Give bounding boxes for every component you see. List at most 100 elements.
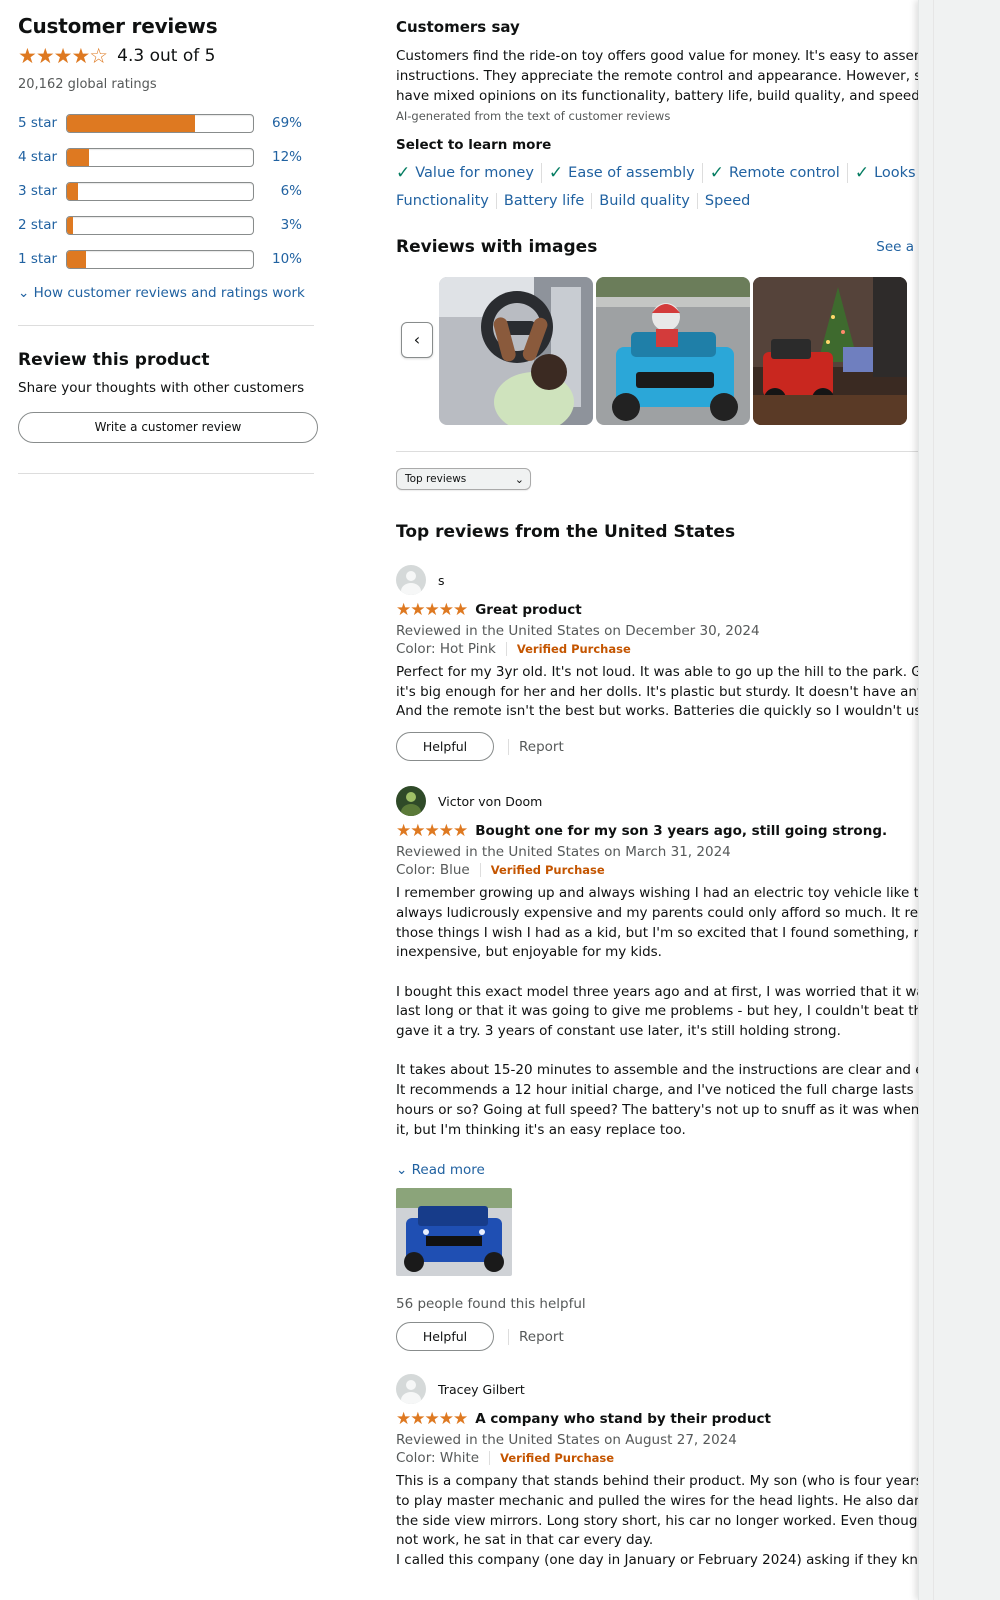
review-title: A company who stand by their product: [475, 1411, 771, 1428]
percentage-bar-fill: [67, 216, 73, 234]
how-reviews-work-link[interactable]: ⌄ How customer reviews and ratings work: [18, 285, 318, 301]
star-level-link[interactable]: 1 star: [18, 251, 66, 267]
star-level-link[interactable]: 3 star: [18, 183, 66, 199]
reviewer-profile[interactable]: Victor von Doom: [396, 785, 918, 817]
percentage-bar-fill: [67, 148, 90, 166]
review-title-row[interactable]: ★★★★★ Bought one for my son 3 years ago,…: [396, 821, 918, 841]
report-link[interactable]: Report: [508, 738, 564, 755]
color-variant[interactable]: Color: Hot Pink: [396, 641, 496, 657]
review-image-thumbnail[interactable]: [596, 277, 750, 425]
histogram-row[interactable]: 4 star 12%: [18, 140, 318, 174]
verified-purchase-badge: Verified Purchase: [489, 1451, 614, 1466]
star-level-link[interactable]: 2 star: [18, 217, 66, 233]
checkmark-icon: ✓: [548, 163, 564, 183]
select-to-learn-label: Select to learn more: [396, 137, 552, 153]
color-variant[interactable]: Color: Blue: [396, 862, 470, 878]
summary-line: Customers find the ride-on toy offers go…: [396, 48, 918, 64]
review-body: This is a company that stands behind the…: [396, 1473, 918, 1569]
see-all-photos-link[interactable]: See a: [876, 239, 914, 255]
histogram-row[interactable]: 5 star 69%: [18, 106, 318, 140]
verified-purchase-badge: Verified Purchase: [505, 642, 631, 656]
percentage-link[interactable]: 3%: [254, 217, 302, 233]
report-link[interactable]: Report: [508, 1328, 564, 1345]
global-ratings-count: 20,162 global ratings: [18, 77, 157, 92]
reviewer-name: Victor von Doom: [438, 793, 543, 809]
histogram-row[interactable]: 2 star 3%: [18, 208, 318, 242]
review-body: Perfect for my 3yr old. It's not loud. I…: [396, 664, 918, 720]
customers-say-heading: Customers say: [396, 18, 520, 36]
read-more-link[interactable]: ⌄ Read more: [396, 1162, 918, 1178]
review-image-thumbnail[interactable]: [753, 277, 907, 425]
chevron-down-icon: ⌄: [396, 1162, 408, 1179]
review-attached-image[interactable]: [396, 1188, 512, 1277]
chevron-left-icon: ‹: [413, 330, 421, 349]
review-date: Reviewed in the United States on Decembe…: [396, 623, 760, 639]
reviewer-name: s: [438, 572, 445, 588]
top-reviews-heading: Top reviews from the United States: [396, 522, 736, 542]
star-rating-icon: ★★★★★: [396, 600, 468, 620]
review-title: Bought one for my son 3 years ago, still…: [475, 823, 888, 840]
checkmark-icon: ✓: [854, 163, 870, 183]
percentage-bar: [66, 113, 254, 133]
review-this-product-heading: Review this product: [18, 350, 210, 370]
star-rating-icon: ★★★★★: [396, 821, 468, 842]
aspect-build-quality[interactable]: Build quality: [599, 193, 698, 209]
reviewer-profile[interactable]: s: [396, 564, 918, 596]
helpful-button[interactable]: Helpful: [396, 732, 494, 762]
write-review-button[interactable]: Write a customer review: [18, 412, 318, 443]
chevron-down-icon: ⌄: [514, 472, 524, 486]
aspect-looks[interactable]: ✓ Looks: [855, 163, 918, 183]
blue-jeep-photo: [396, 1188, 512, 1277]
avatar: [396, 565, 426, 595]
how-reviews-work-label: How customer reviews and ratings work: [33, 285, 305, 301]
review-item: Victor von Doom ★★★★★ Bought one for my …: [396, 785, 918, 1352]
verified-purchase-badge: Verified Purchase: [479, 863, 605, 878]
red-ride-on-truck-photo: [753, 277, 907, 425]
percentage-link[interactable]: 6%: [254, 183, 302, 199]
share-thoughts-text: Share your thoughts with other customers: [18, 380, 305, 396]
found-helpful-count: 56 people found this helpful: [396, 1296, 586, 1313]
review-image-carousel: ‹: [396, 277, 918, 425]
sort-reviews-dropdown[interactable]: Top reviews ⌄: [396, 468, 531, 490]
review-variant: Color: Hot Pink Verified Purchase: [396, 641, 918, 657]
review-variant: Color: Blue Verified Purchase: [396, 862, 918, 878]
rating-text: 4.3 out of 5: [117, 46, 216, 66]
percentage-link[interactable]: 12%: [254, 149, 302, 165]
percentage-link[interactable]: 69%: [254, 115, 302, 131]
percentage-link[interactable]: 10%: [254, 251, 302, 267]
helpful-button[interactable]: Helpful: [396, 1322, 494, 1352]
reviewer-profile[interactable]: Tracey Gilbert: [396, 1373, 918, 1405]
aspect-value-for-money[interactable]: ✓ Value for money: [396, 163, 542, 183]
customers-say-summary: Customers find the ride-on toy offers go…: [396, 46, 918, 106]
star-level-link[interactable]: 5 star: [18, 115, 66, 131]
overall-rating[interactable]: ★★★★☆ 4.3 out of 5: [18, 44, 318, 68]
review-date: Reviewed in the United States on March 3…: [396, 844, 731, 861]
percentage-bar: [66, 249, 254, 269]
percentage-bar: [66, 147, 254, 167]
histogram-row[interactable]: 3 star 6%: [18, 174, 318, 208]
avatar: [396, 786, 426, 817]
percentage-bar-fill: [67, 114, 196, 132]
reviews-with-images-heading: Reviews with images: [396, 237, 598, 257]
aspect-speed[interactable]: Speed: [705, 193, 757, 209]
carousel-prev-button[interactable]: ‹: [401, 322, 433, 358]
review-body: I remember growing up and always wishing…: [396, 885, 918, 1138]
review-actions: Helpful Report: [396, 732, 918, 762]
summary-line: instructions. They appreciate the remote…: [396, 68, 918, 84]
aspect-remote-control[interactable]: ✓ Remote control: [710, 163, 848, 183]
child-driving-photo: [439, 277, 593, 425]
review-title-row[interactable]: ★★★★★ A company who stand by their produ…: [396, 1409, 918, 1429]
star-rating-icon: ★★★★★: [396, 1409, 468, 1430]
histogram-row[interactable]: 1 star 10%: [18, 242, 318, 276]
star-level-link[interactable]: 4 star: [18, 149, 66, 165]
color-variant[interactable]: Color: White: [396, 1450, 479, 1466]
percentage-bar: [66, 215, 254, 235]
review-item: s ★★★★★ Great product Reviewed in the Un…: [396, 564, 918, 762]
divider: [396, 451, 918, 452]
aspect-ease-of-assembly[interactable]: ✓ Ease of assembly: [549, 163, 703, 183]
aspect-functionality[interactable]: Functionality: [396, 193, 497, 209]
review-title-row[interactable]: ★★★★★ Great product: [396, 600, 918, 620]
review-date: Reviewed in the United States on August …: [396, 1432, 737, 1449]
aspect-battery-life[interactable]: Battery life: [504, 193, 593, 209]
review-image-thumbnail[interactable]: [439, 277, 593, 425]
